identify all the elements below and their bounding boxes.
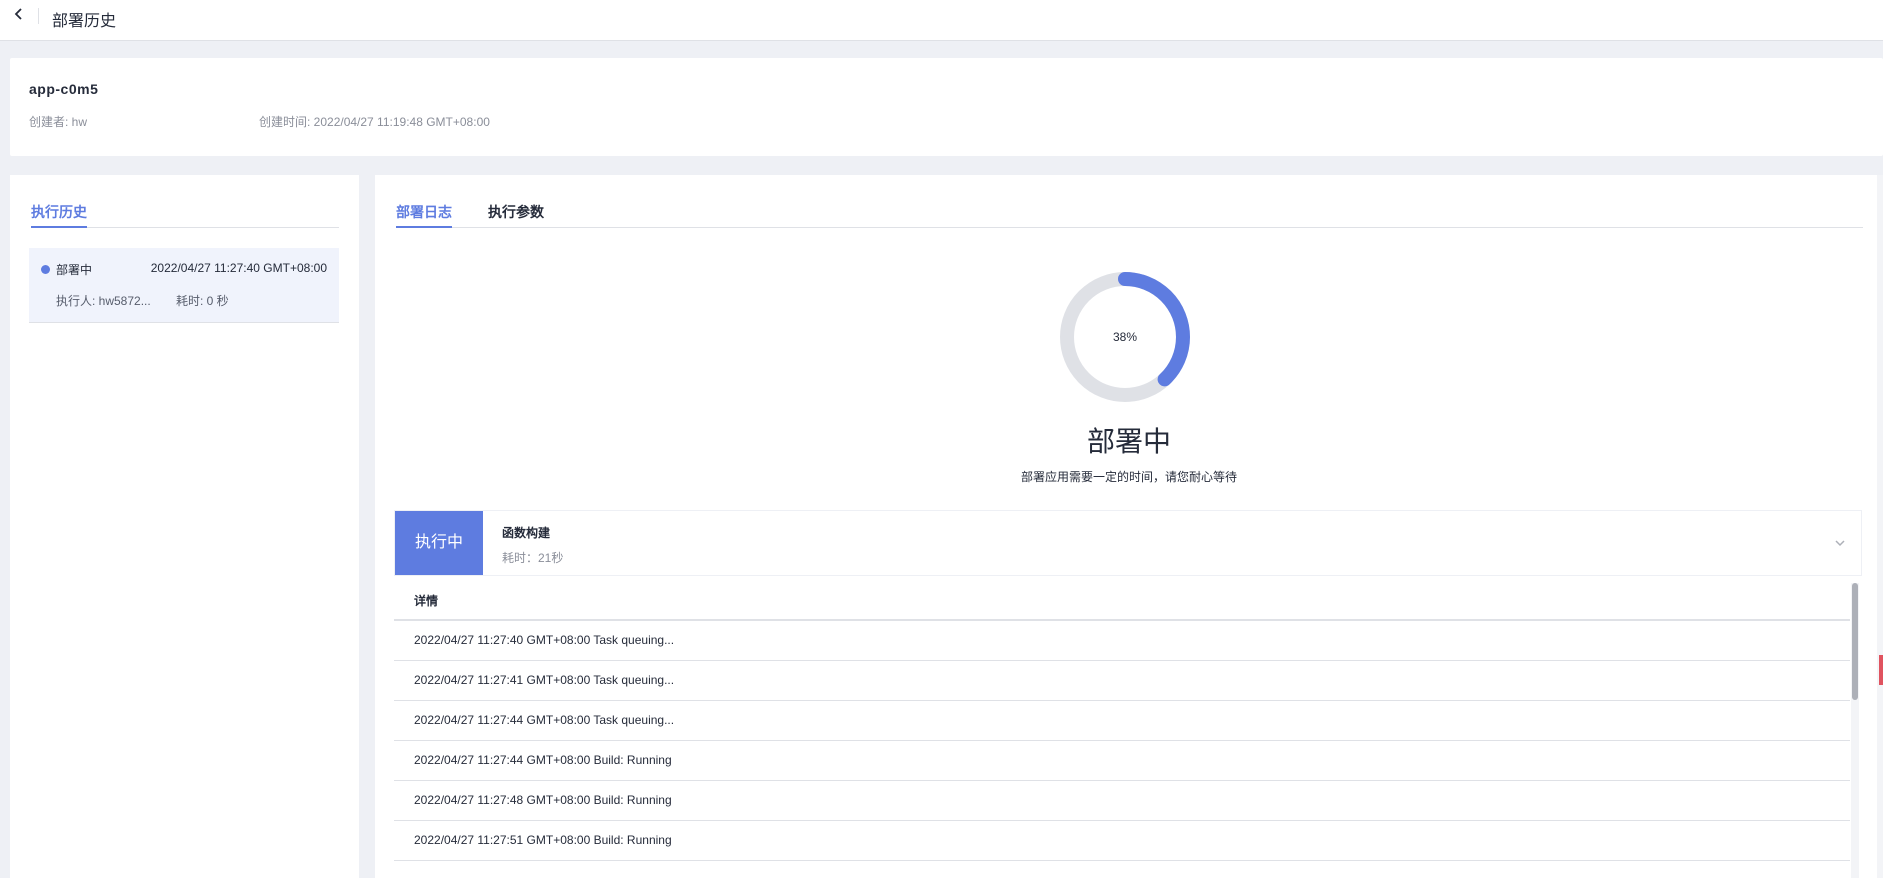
deploy-status-hint: 部署应用需要一定的时间，请您耐心等待	[1020, 470, 1237, 484]
log-row: 2022/04/27 11:27:44 GMT+08:00 Build: Run…	[394, 741, 1850, 781]
log-row: 2022/04/27 11:27:51 GMT+08:00 Build: Run…	[394, 821, 1850, 861]
progress-percent: 38%	[1112, 330, 1138, 344]
tab-execution-params[interactable]: 执行参数	[488, 202, 544, 222]
log-header: 详情	[394, 583, 1850, 621]
log-row: 2022/04/27 11:27:40 GMT+08:00 Task queui…	[394, 621, 1850, 661]
app-name: app-c0m5	[29, 81, 99, 97]
log-scrollbar-thumb[interactable]	[1852, 583, 1858, 700]
page-scrollbar[interactable]	[1877, 175, 1883, 878]
history-status: 部署中	[56, 263, 93, 277]
tab-execution-history[interactable]: 执行历史	[31, 202, 87, 228]
stage-card[interactable]: 执行中 函数构建 耗时：21秒	[394, 510, 1862, 576]
chevron-down-icon[interactable]	[1833, 536, 1847, 550]
history-panel: 执行历史 部署中 2022/04/27 11:27:40 GMT+08:00 执…	[10, 175, 359, 878]
created-time-label: 创建时间: 2022/04/27 11:19:48 GMT+08:00	[259, 115, 490, 129]
deploy-status-title: 部署中	[1086, 426, 1171, 457]
tab-deploy-log[interactable]: 部署日志	[396, 202, 452, 228]
chevron-left-icon[interactable]	[8, 4, 30, 26]
history-item[interactable]: 部署中 2022/04/27 11:27:40 GMT+08:00 执行人: h…	[29, 248, 339, 323]
history-duration: 耗时: 0 秒	[176, 294, 229, 308]
creator-label: 创建者: hw	[29, 115, 88, 129]
top-bar: 部署历史	[0, 0, 1883, 41]
stage-status-badge: 执行中	[395, 511, 483, 575]
log-row: 2022/04/27 11:27:41 GMT+08:00 Task queui…	[394, 661, 1850, 701]
log-scrollbar[interactable]	[1851, 583, 1859, 878]
history-tabs: 执行历史	[31, 175, 339, 228]
history-time: 2022/04/27 11:27:40 GMT+08:00	[150, 261, 327, 275]
deploy-detail-panel: 部署日志 执行参数 38% 部署中 部署应用需要一定的时间，请您耐心等待 执行中…	[375, 175, 1883, 878]
divider	[38, 8, 39, 24]
log-panel: 详情 2022/04/27 11:27:40 GMT+08:00 Task qu…	[394, 583, 1850, 878]
status-dot-icon	[41, 265, 50, 274]
stage-name: 函数构建	[502, 526, 551, 540]
log-row: 2022/04/27 11:27:48 GMT+08:00 Build: Run…	[394, 781, 1850, 821]
stage-duration: 耗时：21秒	[502, 551, 564, 565]
progress-ring: 38%	[1060, 272, 1190, 402]
history-executor: 执行人: hw5872...	[56, 294, 151, 308]
detail-tabs: 部署日志 执行参数	[396, 175, 1863, 228]
page-scroll-indicator	[1879, 655, 1883, 685]
log-row: 2022/04/27 11:27:44 GMT+08:00 Task queui…	[394, 701, 1850, 741]
page-title: 部署历史	[52, 13, 117, 30]
app-info-card: app-c0m5 创建者: hw 创建时间: 2022/04/27 11:19:…	[10, 58, 1883, 156]
